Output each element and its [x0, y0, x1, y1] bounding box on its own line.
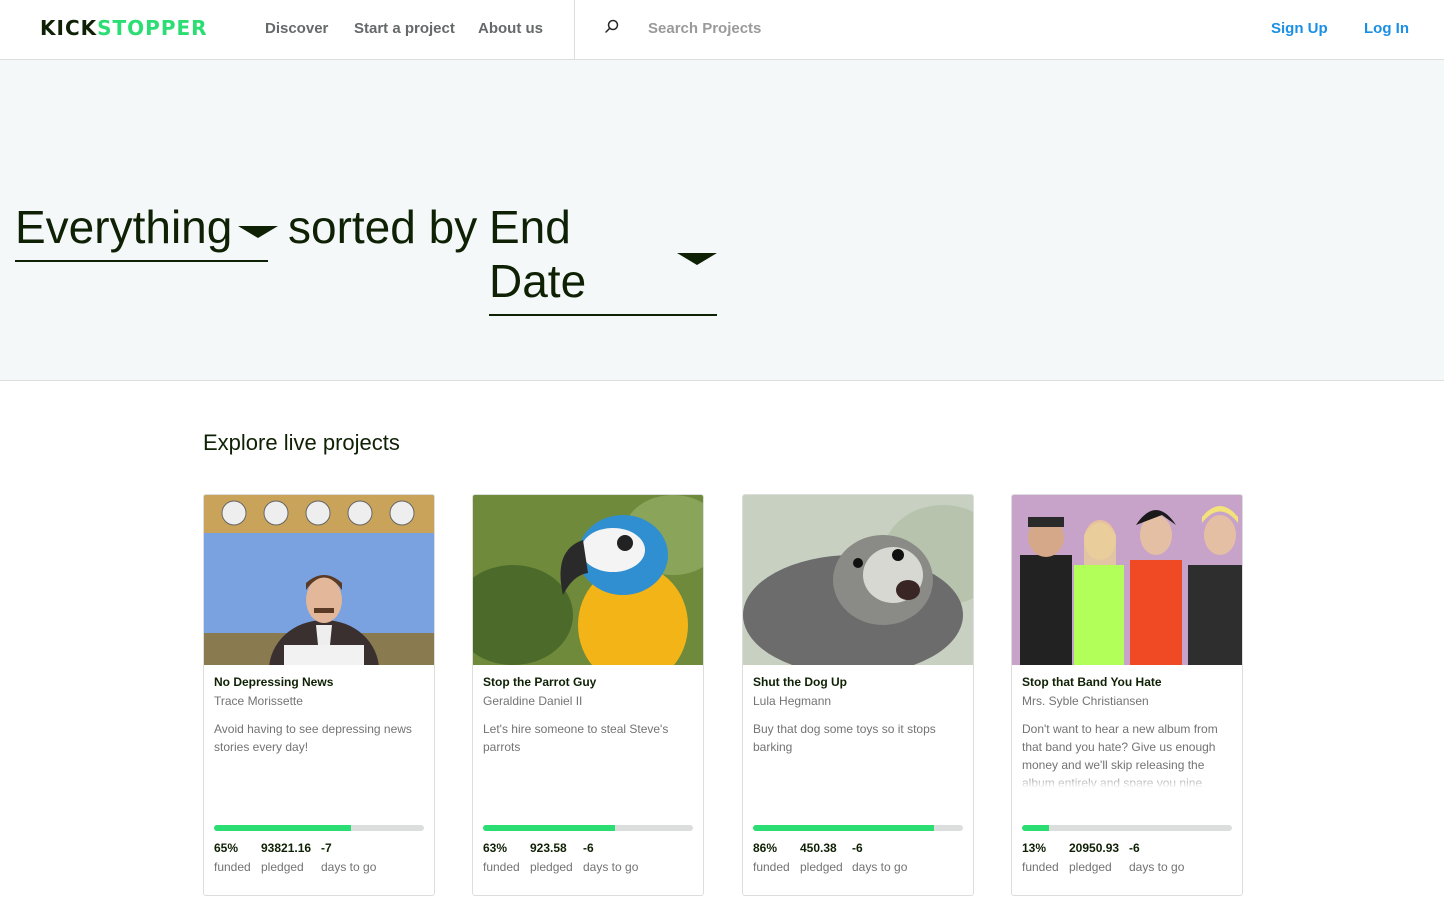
header-divider: [574, 0, 575, 60]
caret-down-icon: [238, 226, 279, 238]
project-title[interactable]: Stop the Parrot Guy: [483, 675, 596, 689]
nav-discover[interactable]: Discover: [265, 20, 328, 37]
days-value: -7: [321, 841, 332, 855]
project-title[interactable]: Stop that Band You Hate: [1022, 675, 1162, 689]
funded-label: funded: [483, 860, 520, 874]
funded-value: 13%: [1022, 841, 1047, 855]
project-description: Avoid having to see depressing news stor…: [214, 720, 424, 788]
pledged-value: 93821.16: [261, 841, 312, 855]
days-label: days to go: [583, 860, 639, 874]
funding-progress: [214, 825, 424, 831]
project-creator: Trace Morissette: [214, 694, 303, 708]
project-creator: Mrs. Syble Christiansen: [1022, 694, 1149, 708]
days-label: days to go: [852, 860, 908, 874]
barking-dog-photo: [743, 495, 973, 665]
funding-progress: [483, 825, 693, 831]
filter-hero: Everything sorted by End Date: [0, 60, 1444, 381]
category-value: Everything: [15, 201, 233, 253]
nav-start-project[interactable]: Start a project: [354, 20, 455, 37]
pledged-value: 923.58: [530, 841, 567, 855]
project-creator: Geraldine Daniel II: [483, 694, 583, 708]
days-label: days to go: [1129, 860, 1185, 874]
days-value: -6: [852, 841, 863, 855]
pledged-label: pledged: [1069, 860, 1112, 874]
nav-about-us[interactable]: About us: [478, 20, 543, 37]
sort-dropdown[interactable]: End Date: [489, 200, 717, 316]
sort-value: End Date: [489, 201, 587, 307]
category-dropdown[interactable]: Everything: [15, 200, 279, 262]
pledged-label: pledged: [800, 860, 843, 874]
days-value: -6: [1129, 841, 1140, 855]
project-description: Buy that dog some toys so it stops barki…: [753, 720, 963, 788]
pledged-value: 450.38: [800, 841, 837, 855]
funded-label: funded: [753, 860, 790, 874]
pledged-label: pledged: [530, 860, 573, 874]
project-card[interactable]: No Depressing News Trace Morissette Avoi…: [203, 494, 435, 896]
section-title: Explore live projects: [203, 430, 400, 455]
news-anchor-photo: [204, 495, 434, 665]
funded-value: 65%: [214, 841, 239, 855]
log-in-link[interactable]: Log In: [1364, 20, 1409, 37]
project-title[interactable]: Shut the Dog Up: [753, 675, 847, 689]
caret-down-icon: [677, 253, 717, 265]
search-icon[interactable]: [603, 18, 621, 36]
funded-label: funded: [214, 860, 251, 874]
project-description: Let's hire someone to steal Steve's parr…: [483, 720, 693, 788]
logo-kick: KICK: [40, 16, 98, 40]
funding-progress: [1022, 825, 1232, 831]
site-header: KICKSTOPPER Discover Start a project Abo…: [0, 0, 1444, 60]
pledged-value: 20950.93: [1069, 841, 1120, 855]
sign-up-link[interactable]: Sign Up: [1271, 20, 1328, 37]
pledged-label: pledged: [261, 860, 304, 874]
funding-progress: [753, 825, 963, 831]
project-description: Don't want to hear a new album from that…: [1022, 720, 1232, 788]
funded-value: 63%: [483, 841, 508, 855]
band-photo: [1012, 495, 1242, 665]
logo-stopper: STOPPER: [97, 16, 208, 40]
project-title[interactable]: No Depressing News: [214, 675, 333, 689]
project-card[interactable]: Stop the Parrot Guy Geraldine Daniel II …: [472, 494, 704, 896]
project-creator: Lula Hegmann: [753, 694, 832, 708]
kickstopper-logo[interactable]: KICKSTOPPER: [40, 16, 208, 40]
days-value: -6: [583, 841, 594, 855]
parrot-photo: [473, 495, 703, 665]
sorted-by-label: sorted by: [288, 201, 478, 253]
days-label: days to go: [321, 860, 377, 874]
project-card[interactable]: Stop that Band You Hate Mrs. Syble Chris…: [1011, 494, 1243, 896]
funded-value: 86%: [753, 841, 778, 855]
project-card[interactable]: Shut the Dog Up Lula Hegmann Buy that do…: [742, 494, 974, 896]
funded-label: funded: [1022, 860, 1059, 874]
search-input[interactable]: [640, 14, 1040, 42]
